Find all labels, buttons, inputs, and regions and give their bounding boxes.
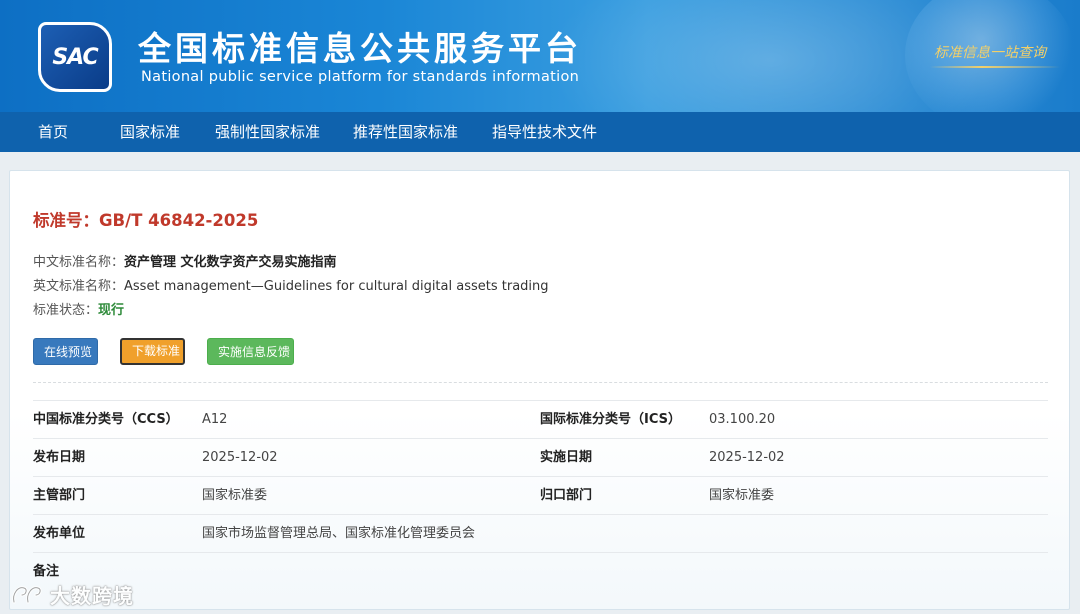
issuing-unit-label: 发布单位 [33, 526, 86, 541]
site-header: SAC 全国标准信息公共服务平台 National public service… [0, 0, 1080, 112]
slogan-underline [930, 66, 1060, 68]
competent-dept-label: 主管部门 [33, 488, 86, 503]
nav-item-recommended-standards[interactable]: 推荐性国家标准 [353, 112, 458, 152]
responsible-dept-value: 国家标准委 [709, 488, 775, 503]
watermark-text: 大数跨境 [50, 583, 134, 608]
cn-name-row: 中文标准名称：资产管理 文化数字资产交易实施指南 [33, 251, 337, 270]
watermark-logo-icon [10, 582, 44, 606]
ics-value: 03.100.20 [709, 412, 776, 427]
slogan-calligraphy: 标准信息一站查询 [934, 45, 1046, 61]
ics-label: 国际标准分类号（ICS） [540, 412, 681, 427]
implementation-feedback-button[interactable]: 实施信息反馈 [207, 338, 294, 365]
nav-item-guidance-documents[interactable]: 指导性技术文件 [492, 112, 597, 152]
standard-number-label: 标准号： [33, 211, 99, 230]
standard-number-heading: 标准号：GB/T 46842-2025 [33, 207, 258, 231]
table-row: 备注 [33, 553, 1048, 591]
status-label: 标准状态： [33, 303, 99, 318]
publish-date-value: 2025-12-02 [202, 450, 278, 465]
en-name-label: 英文标准名称： [33, 279, 125, 294]
implement-date-value: 2025-12-02 [709, 450, 785, 465]
en-name-value: Asset management—Guidelines for cultural… [124, 279, 549, 294]
nav-item-home[interactable]: 首页 [38, 112, 68, 152]
cn-name-value: 资产管理 文化数字资产交易实施指南 [124, 255, 337, 270]
table-row: 发布日期 2025-12-02 实施日期 2025-12-02 [33, 439, 1048, 477]
status-value: 现行 [98, 303, 125, 318]
standard-detail-card: 标准号：GB/T 46842-2025 中文标准名称：资产管理 文化数字资产交易… [9, 170, 1070, 610]
table-row: 主管部门 国家标准委 归口部门 国家标准委 [33, 477, 1048, 515]
site-title-en: National public service platform for sta… [141, 69, 580, 85]
online-preview-button[interactable]: 在线预览 [33, 338, 98, 365]
sac-logo[interactable]: SAC [38, 22, 112, 92]
implement-date-label: 实施日期 [540, 450, 593, 465]
main-nav: 首页 国家标准 强制性国家标准 推荐性国家标准 指导性技术文件 [0, 112, 1080, 152]
table-row: 发布单位 国家市场监督管理总局、国家标准化管理委员会 [33, 515, 1048, 553]
logo-text: SAC [52, 44, 98, 70]
issuing-unit-value: 国家市场监督管理总局、国家标准化管理委员会 [202, 526, 476, 541]
status-row: 标准状态：现行 [33, 299, 124, 318]
publish-date-label: 发布日期 [33, 450, 86, 465]
cn-name-label: 中文标准名称： [33, 255, 125, 270]
nav-item-national-standards[interactable]: 国家标准 [120, 112, 180, 152]
ccs-value: A12 [202, 412, 228, 427]
en-name-row: 英文标准名称：Asset management—Guidelines for c… [33, 275, 549, 294]
section-divider [33, 382, 1048, 383]
responsible-dept-label: 归口部门 [540, 488, 593, 503]
ccs-label: 中国标准分类号（CCS） [33, 412, 179, 427]
download-standard-button[interactable]: 下载标准 [120, 338, 185, 365]
table-row: 中国标准分类号（CCS） A12 国际标准分类号（ICS） 03.100.20 [33, 401, 1048, 439]
watermark: 大数跨境 [10, 580, 134, 608]
nav-item-mandatory-standards[interactable]: 强制性国家标准 [215, 112, 320, 152]
standard-number: GB/T 46842-2025 [99, 211, 259, 230]
competent-dept-value: 国家标准委 [202, 488, 268, 503]
site-title-cn: 全国标准信息公共服务平台 [138, 29, 582, 68]
